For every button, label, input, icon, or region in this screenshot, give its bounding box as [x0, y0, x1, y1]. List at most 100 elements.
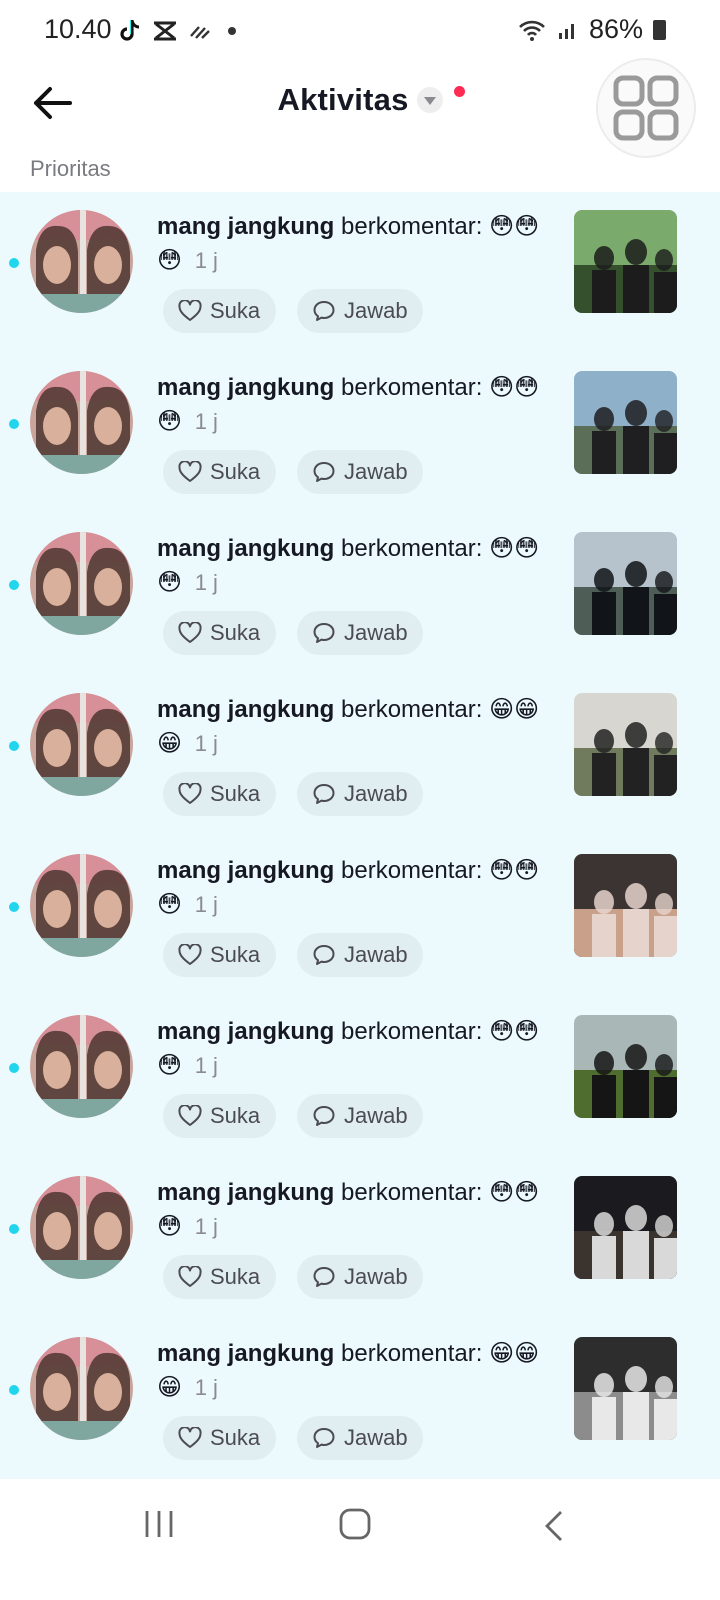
comment-emoji: 😳 — [489, 535, 515, 562]
home-button[interactable] — [338, 1507, 372, 1546]
activity-item[interactable]: mang jangkung berkomentar: 😳😳 😳 1 j Suka… — [0, 1158, 720, 1319]
dropdown-caret-icon[interactable] — [416, 87, 443, 113]
avatar[interactable] — [30, 854, 133, 957]
like-button[interactable]: Suka — [163, 1094, 276, 1138]
like-label: Suka — [210, 1425, 261, 1450]
avatar[interactable] — [30, 371, 133, 474]
timestamp: 1 j — [194, 1214, 218, 1239]
nav-back-button[interactable] — [540, 1509, 570, 1548]
activity-text[interactable]: mang jangkung berkomentar: 😳😳 😳 1 j — [157, 1176, 557, 1244]
activity-text[interactable]: mang jangkung berkomentar: 😳😳 😳 1 j — [157, 210, 557, 278]
reply-label: Jawab — [344, 1425, 408, 1450]
unread-dot — [9, 1224, 19, 1234]
activity-verb: berkomentar: — [341, 1340, 483, 1367]
reply-button[interactable]: Jawab — [297, 450, 423, 494]
like-label: Suka — [210, 781, 261, 806]
reply-button[interactable]: Jawab — [297, 289, 423, 333]
heart-icon — [178, 622, 202, 643]
like-button[interactable]: Suka — [163, 611, 276, 655]
activity-text[interactable]: mang jangkung berkomentar: 😳😳 😳 1 j — [157, 532, 557, 600]
activity-text[interactable]: mang jangkung berkomentar: 😳😳 😳 1 j — [157, 371, 557, 439]
comment-emoji: 😁 — [489, 696, 515, 723]
reply-label: Jawab — [344, 459, 408, 484]
comment-icon — [313, 1267, 335, 1287]
like-button[interactable]: Suka — [163, 1416, 276, 1460]
comment-emoji: 😳 — [489, 1179, 515, 1206]
video-thumbnail[interactable] — [574, 371, 677, 474]
reply-button[interactable]: Jawab — [297, 772, 423, 816]
activity-item[interactable]: mang jangkung berkomentar: 😁😁 😁 1 j Suka… — [0, 675, 720, 836]
avatar[interactable] — [30, 693, 133, 796]
video-thumbnail[interactable] — [574, 1337, 677, 1440]
username[interactable]: mang jangkung — [157, 1340, 334, 1367]
activity-item[interactable]: mang jangkung berkomentar: 😳😳 😳 1 j Suka… — [0, 192, 720, 353]
video-thumbnail[interactable] — [574, 1176, 677, 1279]
comment-icon — [313, 623, 335, 643]
video-thumbnail[interactable] — [574, 1015, 677, 1118]
activity-text[interactable]: mang jangkung berkomentar: 😁😁 😁 1 j — [157, 1337, 557, 1405]
activity-item[interactable]: mang jangkung berkomentar: 😁😁 😁 1 j Suka… — [0, 1319, 720, 1480]
comment-emoji: 😳 — [514, 535, 540, 562]
activity-item[interactable]: mang jangkung berkomentar: 😳😳 😳 1 j Suka… — [0, 514, 720, 675]
comment-emoji: 😳 — [157, 891, 183, 918]
username[interactable]: mang jangkung — [157, 213, 334, 240]
reply-button[interactable]: Jawab — [297, 1255, 423, 1299]
comment-emoji: 😳 — [489, 1018, 515, 1045]
activity-text[interactable]: mang jangkung berkomentar: 😳😳 😳 1 j — [157, 1015, 557, 1083]
avatar[interactable] — [30, 1015, 133, 1118]
username[interactable]: mang jangkung — [157, 696, 334, 723]
avatar[interactable] — [30, 1176, 133, 1279]
activity-item[interactable]: mang jangkung berkomentar: 😳😳 😳 1 j Suka… — [0, 997, 720, 1158]
username[interactable]: mang jangkung — [157, 535, 334, 562]
comment-emoji: 😳 — [157, 247, 183, 274]
status-bar: 10.40 86% — [0, 0, 720, 62]
username[interactable]: mang jangkung — [157, 1179, 334, 1206]
heart-icon — [178, 783, 202, 804]
activity-verb: berkomentar: — [341, 1179, 483, 1206]
username[interactable]: mang jangkung — [157, 1018, 334, 1045]
activity-text[interactable]: mang jangkung berkomentar: 😁😁 😁 1 j — [157, 693, 557, 761]
video-thumbnail[interactable] — [574, 532, 677, 635]
unread-dot — [9, 419, 19, 429]
reply-label: Jawab — [344, 1103, 408, 1128]
recent-apps-button[interactable] — [144, 1509, 174, 1544]
comment-icon — [313, 945, 335, 965]
unread-dot — [9, 1385, 19, 1395]
activity-item[interactable]: mang jangkung berkomentar: 😳😳 😳 1 j Suka… — [0, 836, 720, 997]
comment-emoji: 😳 — [157, 1052, 183, 1079]
reply-button[interactable]: Jawab — [297, 1094, 423, 1138]
grid-button[interactable] — [596, 58, 696, 158]
reply-label: Jawab — [344, 781, 408, 806]
avatar[interactable] — [30, 1337, 133, 1440]
like-button[interactable]: Suka — [163, 933, 276, 977]
capcut-notification-icon — [154, 21, 176, 41]
reply-button[interactable]: Jawab — [297, 933, 423, 977]
reply-button[interactable]: Jawab — [297, 611, 423, 655]
username[interactable]: mang jangkung — [157, 857, 334, 884]
like-button[interactable]: Suka — [163, 1255, 276, 1299]
activity-item[interactable]: mang jangkung berkomentar: 😳😳 😳 1 j Suka… — [0, 353, 720, 514]
notification-dot — [454, 86, 465, 97]
page-title[interactable]: Aktivitas — [277, 82, 408, 118]
activity-verb: berkomentar: — [341, 696, 483, 723]
reply-label: Jawab — [344, 620, 408, 645]
like-label: Suka — [210, 298, 261, 323]
reply-button[interactable]: Jawab — [297, 1416, 423, 1460]
unread-dot — [9, 580, 19, 590]
like-button[interactable]: Suka — [163, 289, 276, 333]
video-thumbnail[interactable] — [574, 210, 677, 313]
like-label: Suka — [210, 942, 261, 967]
username[interactable]: mang jangkung — [157, 374, 334, 401]
like-button[interactable]: Suka — [163, 772, 276, 816]
grid-icon — [613, 75, 679, 141]
like-label: Suka — [210, 1103, 261, 1128]
video-thumbnail[interactable] — [574, 854, 677, 957]
avatar[interactable] — [30, 210, 133, 313]
like-button[interactable]: Suka — [163, 450, 276, 494]
unread-dot — [9, 258, 19, 268]
avatar[interactable] — [30, 532, 133, 635]
reply-label: Jawab — [344, 942, 408, 967]
activity-verb: berkomentar: — [341, 213, 483, 240]
video-thumbnail[interactable] — [574, 693, 677, 796]
activity-text[interactable]: mang jangkung berkomentar: 😳😳 😳 1 j — [157, 854, 557, 922]
